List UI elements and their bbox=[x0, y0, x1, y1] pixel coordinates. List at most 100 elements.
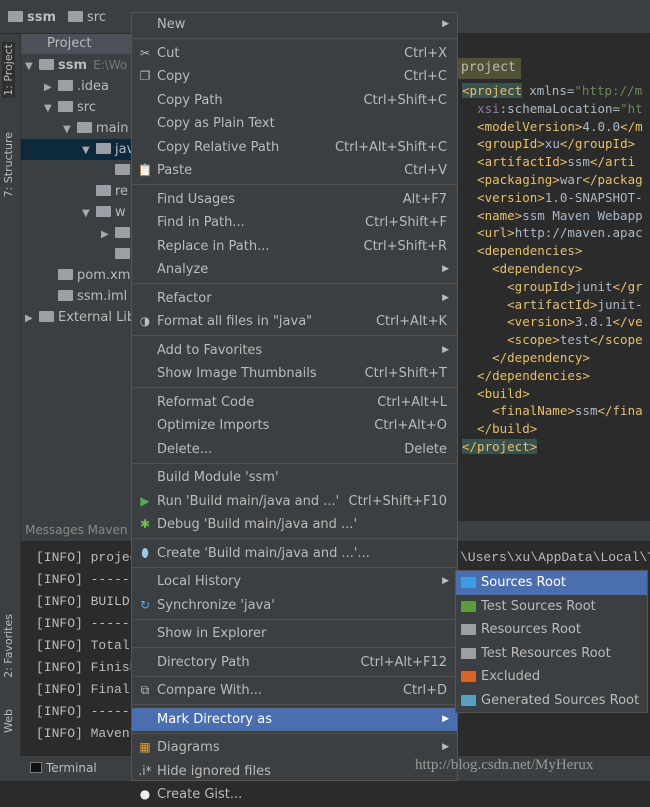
code-token: </dependency> bbox=[462, 350, 590, 365]
tree-item[interactable]: ▼ w bbox=[82, 205, 126, 220]
menu-item-shortcut: Ctrl+Shift+F bbox=[365, 215, 447, 230]
menu-item[interactable]: Analyze ▶ bbox=[132, 258, 457, 282]
menu-item[interactable]: Optimize Imports Ctrl+Alt+O bbox=[132, 414, 457, 438]
expand-arrow-icon[interactable]: ▼ bbox=[44, 103, 58, 114]
tree-item[interactable] bbox=[101, 247, 134, 262]
copy-icon: ❐ bbox=[139, 69, 151, 83]
menu-item[interactable]: ⬮ Create 'Build main/java and ...'... bbox=[132, 542, 457, 566]
left-tool-strip: 1: Project 7: Structure 2: Favorites Web bbox=[0, 34, 21, 756]
menu-item[interactable]: Show in Explorer bbox=[132, 622, 457, 646]
tree-item[interactable]: ▶ .idea bbox=[44, 79, 109, 94]
menu-item[interactable]: Show Image Thumbnails Ctrl+Shift+T bbox=[132, 362, 457, 386]
expand-arrow-icon[interactable]: ▼ bbox=[63, 124, 77, 135]
expand-arrow-icon[interactable]: ▶ bbox=[25, 313, 39, 324]
submenu-item[interactable]: Resources Root bbox=[456, 618, 647, 642]
code-token: </groupId> bbox=[559, 136, 636, 152]
context-menu: New ▶ ✂ Cut Ctrl+X ❐ Copy Ctrl+C Copy Path Ctrl+S… bbox=[131, 12, 458, 802]
menu-item[interactable]: ● Create Gist... bbox=[132, 783, 457, 807]
menu-item[interactable]: ▶ Run 'Build main/java and ...' Ctrl+Shift… bbox=[132, 490, 457, 514]
submenu-item[interactable]: Excluded bbox=[456, 665, 647, 689]
tree-item[interactable]: ▼ src bbox=[44, 100, 96, 115]
code-token: </fina bbox=[597, 403, 643, 419]
tree-item[interactable]: ▶ bbox=[101, 226, 134, 241]
code-line: <version>1.0-SNAPSHOT- bbox=[462, 190, 643, 205]
code-line: </project> bbox=[462, 439, 538, 454]
menu-item[interactable]: Reformat Code Ctrl+Alt+L bbox=[132, 391, 457, 415]
folder-icon bbox=[58, 101, 73, 112]
submenu-item[interactable]: Test Sources Root bbox=[456, 595, 647, 619]
menu-item[interactable]: Mark Directory as ▶ bbox=[132, 707, 457, 731]
menu-item-shortcut: Ctrl+Shift+R bbox=[363, 238, 448, 254]
menu-item-shortcut: Ctrl+Shift+C bbox=[363, 92, 447, 108]
menu-item-label: Mark Directory as bbox=[157, 711, 272, 727]
menu-item[interactable]: Local History ▶ bbox=[132, 570, 457, 594]
tab-project[interactable]: 1: Project bbox=[2, 42, 15, 98]
menu-item[interactable]: 📋 Paste Ctrl+V bbox=[132, 159, 457, 183]
tree-item[interactable]: ▼ main bbox=[63, 121, 128, 136]
code-token: test bbox=[559, 332, 590, 348]
menu-item[interactable]: Copy Path Ctrl+Shift+C bbox=[132, 89, 457, 113]
menu-item[interactable]: Build Module 'ssm' bbox=[132, 466, 457, 490]
menu-item-shortcut: Ctrl+Alt+F12 bbox=[360, 654, 447, 670]
menu-item-shortcut: Ctrl+Alt+L bbox=[377, 394, 447, 410]
expand-arrow-icon[interactable]: ▶ bbox=[101, 229, 115, 240]
menu-item[interactable]: ◑ Format all files in "java" Ctrl+Alt+K bbox=[132, 310, 457, 334]
menu-item[interactable]: ✂ Cut Ctrl+X bbox=[132, 42, 457, 66]
menu-item[interactable]: Find in Path... Ctrl+Shift+F bbox=[132, 211, 457, 235]
submenu-item-label: Excluded bbox=[481, 669, 541, 684]
tree-item-label: re bbox=[115, 184, 129, 199]
create-icon: ⬮ bbox=[141, 545, 149, 560]
breadcrumb-ssm[interactable]: ssm bbox=[8, 10, 56, 25]
breadcrumb-label: src bbox=[87, 10, 106, 25]
tree-item[interactable]: pom.xml bbox=[44, 268, 134, 283]
submenu-item-label: Test Sources Root bbox=[481, 598, 596, 614]
tab-favorites[interactable]: 2: Favorites bbox=[2, 614, 15, 678]
tree-item[interactable]: ▼ ssm E:\Wo bbox=[25, 58, 127, 73]
tree-item[interactable]: ▶ External Lib bbox=[25, 310, 135, 325]
code-token: <artifactId> bbox=[462, 296, 598, 312]
menu-item[interactable]: Copy as Plain Text bbox=[132, 112, 457, 136]
paste-icon: 📋 bbox=[137, 163, 153, 177]
menu-item[interactable]: Find Usages Alt+F7 bbox=[132, 188, 457, 212]
menu-item[interactable]: Add to Favorites ▶ bbox=[132, 339, 457, 363]
code-token: <version> bbox=[462, 314, 575, 330]
code-token: </ve bbox=[612, 314, 643, 330]
submenu-item[interactable]: Sources Root bbox=[456, 571, 647, 595]
tree-item[interactable] bbox=[101, 163, 134, 178]
folder-icon bbox=[39, 311, 54, 322]
code-token: <groupId> bbox=[462, 136, 545, 152]
menu-item[interactable]: Refactor ▶ bbox=[132, 287, 457, 311]
menu-item[interactable]: New ▶ bbox=[132, 13, 457, 37]
console-line: [INFO] Total bbox=[36, 638, 130, 653]
menu-item[interactable]: .i* Hide ignored files bbox=[132, 760, 457, 784]
code-token: :schemaLocation= bbox=[499, 100, 621, 116]
tree-item[interactable]: ssm.iml bbox=[44, 289, 127, 304]
menu-item[interactable]: Directory Path Ctrl+Alt+F12 bbox=[132, 651, 457, 675]
menu-item-shortcut: Ctrl+Alt+K bbox=[375, 314, 447, 329]
expand-arrow-icon[interactable]: ▶ bbox=[44, 82, 58, 93]
expand-arrow-icon[interactable]: ▼ bbox=[82, 145, 96, 156]
menu-item-label: Cut bbox=[157, 45, 180, 61]
breadcrumb-tag[interactable]: project bbox=[457, 58, 521, 79]
tab-web[interactable]: Web bbox=[2, 709, 15, 733]
menu-item[interactable]: ⧉ Compare With... Ctrl+D bbox=[132, 679, 457, 703]
submenu-item[interactable]: Test Resources Root bbox=[456, 642, 647, 666]
menu-item[interactable]: Copy Relative Path Ctrl+Alt+Shift+C bbox=[132, 136, 457, 160]
folder-icon bbox=[461, 624, 476, 635]
folder-icon bbox=[461, 577, 476, 588]
expand-arrow-icon[interactable]: ▼ bbox=[25, 61, 39, 72]
menu-item[interactable]: ❐ Copy Ctrl+C bbox=[132, 65, 457, 89]
menu-item[interactable]: ↻ Synchronize 'java' bbox=[132, 594, 457, 618]
menu-item[interactable]: Replace in Path... Ctrl+Shift+R bbox=[132, 235, 457, 259]
menu-item-label: Show Image Thumbnails bbox=[157, 366, 317, 381]
tree-item[interactable]: re bbox=[82, 184, 128, 199]
tab-structure[interactable]: 7: Structure bbox=[2, 132, 15, 197]
code-token: ssm bbox=[567, 154, 590, 170]
menu-item[interactable]: ▦ Diagrams ▶ bbox=[132, 736, 457, 760]
menu-item[interactable]: Delete... Delete bbox=[132, 438, 457, 462]
expand-arrow-icon[interactable]: ▼ bbox=[82, 208, 96, 219]
terminal-tab[interactable]: Terminal bbox=[30, 761, 97, 775]
menu-item[interactable]: ✱ Debug 'Build main/java and ...' bbox=[132, 513, 457, 537]
breadcrumb-src[interactable]: src bbox=[68, 10, 106, 25]
submenu-item[interactable]: Generated Sources Root bbox=[456, 689, 647, 713]
